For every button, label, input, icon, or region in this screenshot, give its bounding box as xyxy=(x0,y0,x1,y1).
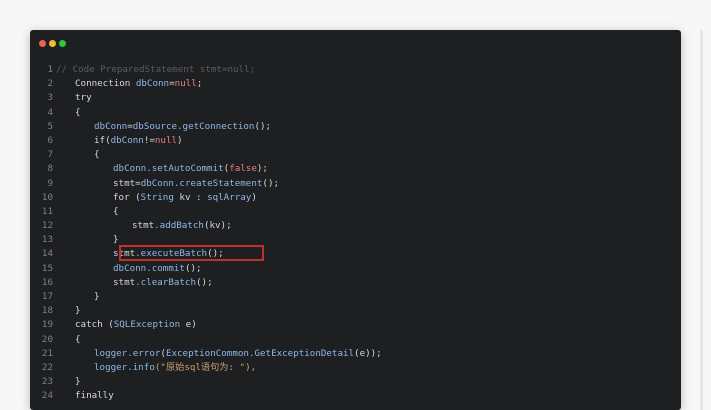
code-text: for (String kv : sqlArray) xyxy=(113,191,257,203)
line-number: 8 xyxy=(47,163,53,175)
line-number: 1 xyxy=(47,64,53,75)
line-number: 12 xyxy=(41,220,53,232)
code-listing: 1// Code PreparedStatement stmt=null; 2 Co… xyxy=(30,63,669,404)
code-line: 6 if(dbConn!=null) xyxy=(30,134,669,148)
code-text: finally xyxy=(75,390,114,402)
code-text: { xyxy=(75,333,81,345)
close-dot-icon[interactable] xyxy=(39,40,46,47)
line-number: 19 xyxy=(41,319,53,331)
code-text: } xyxy=(94,291,100,302)
code-line: 21 logger.error(ExceptionCommon.GetExcept… xyxy=(30,347,669,361)
code-line: 1// Code PreparedStatement stmt=null; xyxy=(30,63,669,77)
code-text: } xyxy=(75,305,81,317)
line-number: 20 xyxy=(41,333,53,345)
line-number: 15 xyxy=(41,262,53,274)
code-text: // Code PreparedStatement stmt=null; xyxy=(56,64,256,75)
line-number: 21 xyxy=(41,347,53,359)
code-text: logger.info("原始sql语句为: "), xyxy=(94,361,257,373)
code-line: 4{ xyxy=(30,106,669,120)
line-number: 23 xyxy=(41,376,53,388)
code-text: dbConn.commit(); xyxy=(113,262,202,274)
line-number: 13 xyxy=(41,234,53,246)
line-number: 7 xyxy=(47,149,53,161)
code-text: stmt=dbConn.createStatement(); xyxy=(113,177,280,189)
maximize-dot-icon[interactable] xyxy=(59,40,66,47)
code-line: 8 dbConn.setAutoCommit(false); xyxy=(30,162,669,176)
code-text: logger.error(ExceptionCommon.GetExceptio… xyxy=(94,347,382,359)
code-line: 18} xyxy=(30,304,669,318)
code-line: 17} xyxy=(30,290,669,304)
code-line: 7{ xyxy=(30,148,669,162)
code-line: 24 finally xyxy=(30,389,669,403)
scrollbar[interactable] xyxy=(700,30,703,410)
code-text: { xyxy=(75,106,81,118)
code-line: 15 dbConn.commit(); xyxy=(30,262,669,276)
code-text: stmt.addBatch(kv); xyxy=(132,220,232,232)
code-text: try xyxy=(75,92,92,104)
title-bar xyxy=(30,30,681,58)
line-number: 9 xyxy=(47,177,53,189)
code-line: 12 stmt.addBatch(kv); xyxy=(30,219,669,233)
line-number: 11 xyxy=(41,205,53,217)
minimize-dot-icon[interactable] xyxy=(49,40,56,47)
line-number: 4 xyxy=(47,106,53,118)
code-text: } xyxy=(75,376,81,388)
highlight-box xyxy=(119,245,264,261)
line-number: 2 xyxy=(47,78,53,90)
code-line: 23} xyxy=(30,375,669,389)
code-line: 11 { xyxy=(30,205,669,219)
code-line: 19 catch (SQLException e) xyxy=(30,318,669,332)
line-number: 18 xyxy=(41,305,53,317)
line-number: 6 xyxy=(47,134,53,146)
code-line: 9 stmt=dbConn.createStatement(); xyxy=(30,177,669,191)
line-number: 24 xyxy=(41,390,53,402)
code-line: 2 Connection dbConn=null; xyxy=(30,77,669,91)
line-number: 14 xyxy=(41,248,53,260)
code-text: { xyxy=(94,149,100,161)
code-line: 22 logger.info("原始sql语句为: "), xyxy=(30,361,669,375)
code-line: 10 for (String kv : sqlArray) xyxy=(30,191,669,205)
code-text: catch (SQLException e) xyxy=(75,319,197,331)
code-text: dbConn.setAutoCommit(false); xyxy=(113,163,268,175)
line-number: 3 xyxy=(47,92,53,104)
code-text: } xyxy=(113,234,119,246)
line-number: 17 xyxy=(41,291,53,302)
code-line: 5 dbConn=dbSource.getConnection(); xyxy=(30,120,669,134)
code-text: { xyxy=(113,205,119,217)
line-number: 10 xyxy=(41,191,53,203)
code-text: Connection dbConn=null; xyxy=(75,78,203,90)
code-text: stmt.clearBatch(); xyxy=(113,276,213,288)
line-number: 22 xyxy=(41,361,53,373)
line-number: 16 xyxy=(41,276,53,288)
code-text: dbConn=dbSource.getConnection(); xyxy=(94,120,272,132)
code-line: 20 { xyxy=(30,333,669,347)
code-window: 1// Code PreparedStatement stmt=null; 2 Co… xyxy=(30,30,681,410)
code-line: 16 stmt.clearBatch(); xyxy=(30,276,669,290)
code-text: if(dbConn!=null) xyxy=(94,134,183,146)
line-number: 5 xyxy=(47,120,53,132)
code-line: 3 try xyxy=(30,91,669,105)
